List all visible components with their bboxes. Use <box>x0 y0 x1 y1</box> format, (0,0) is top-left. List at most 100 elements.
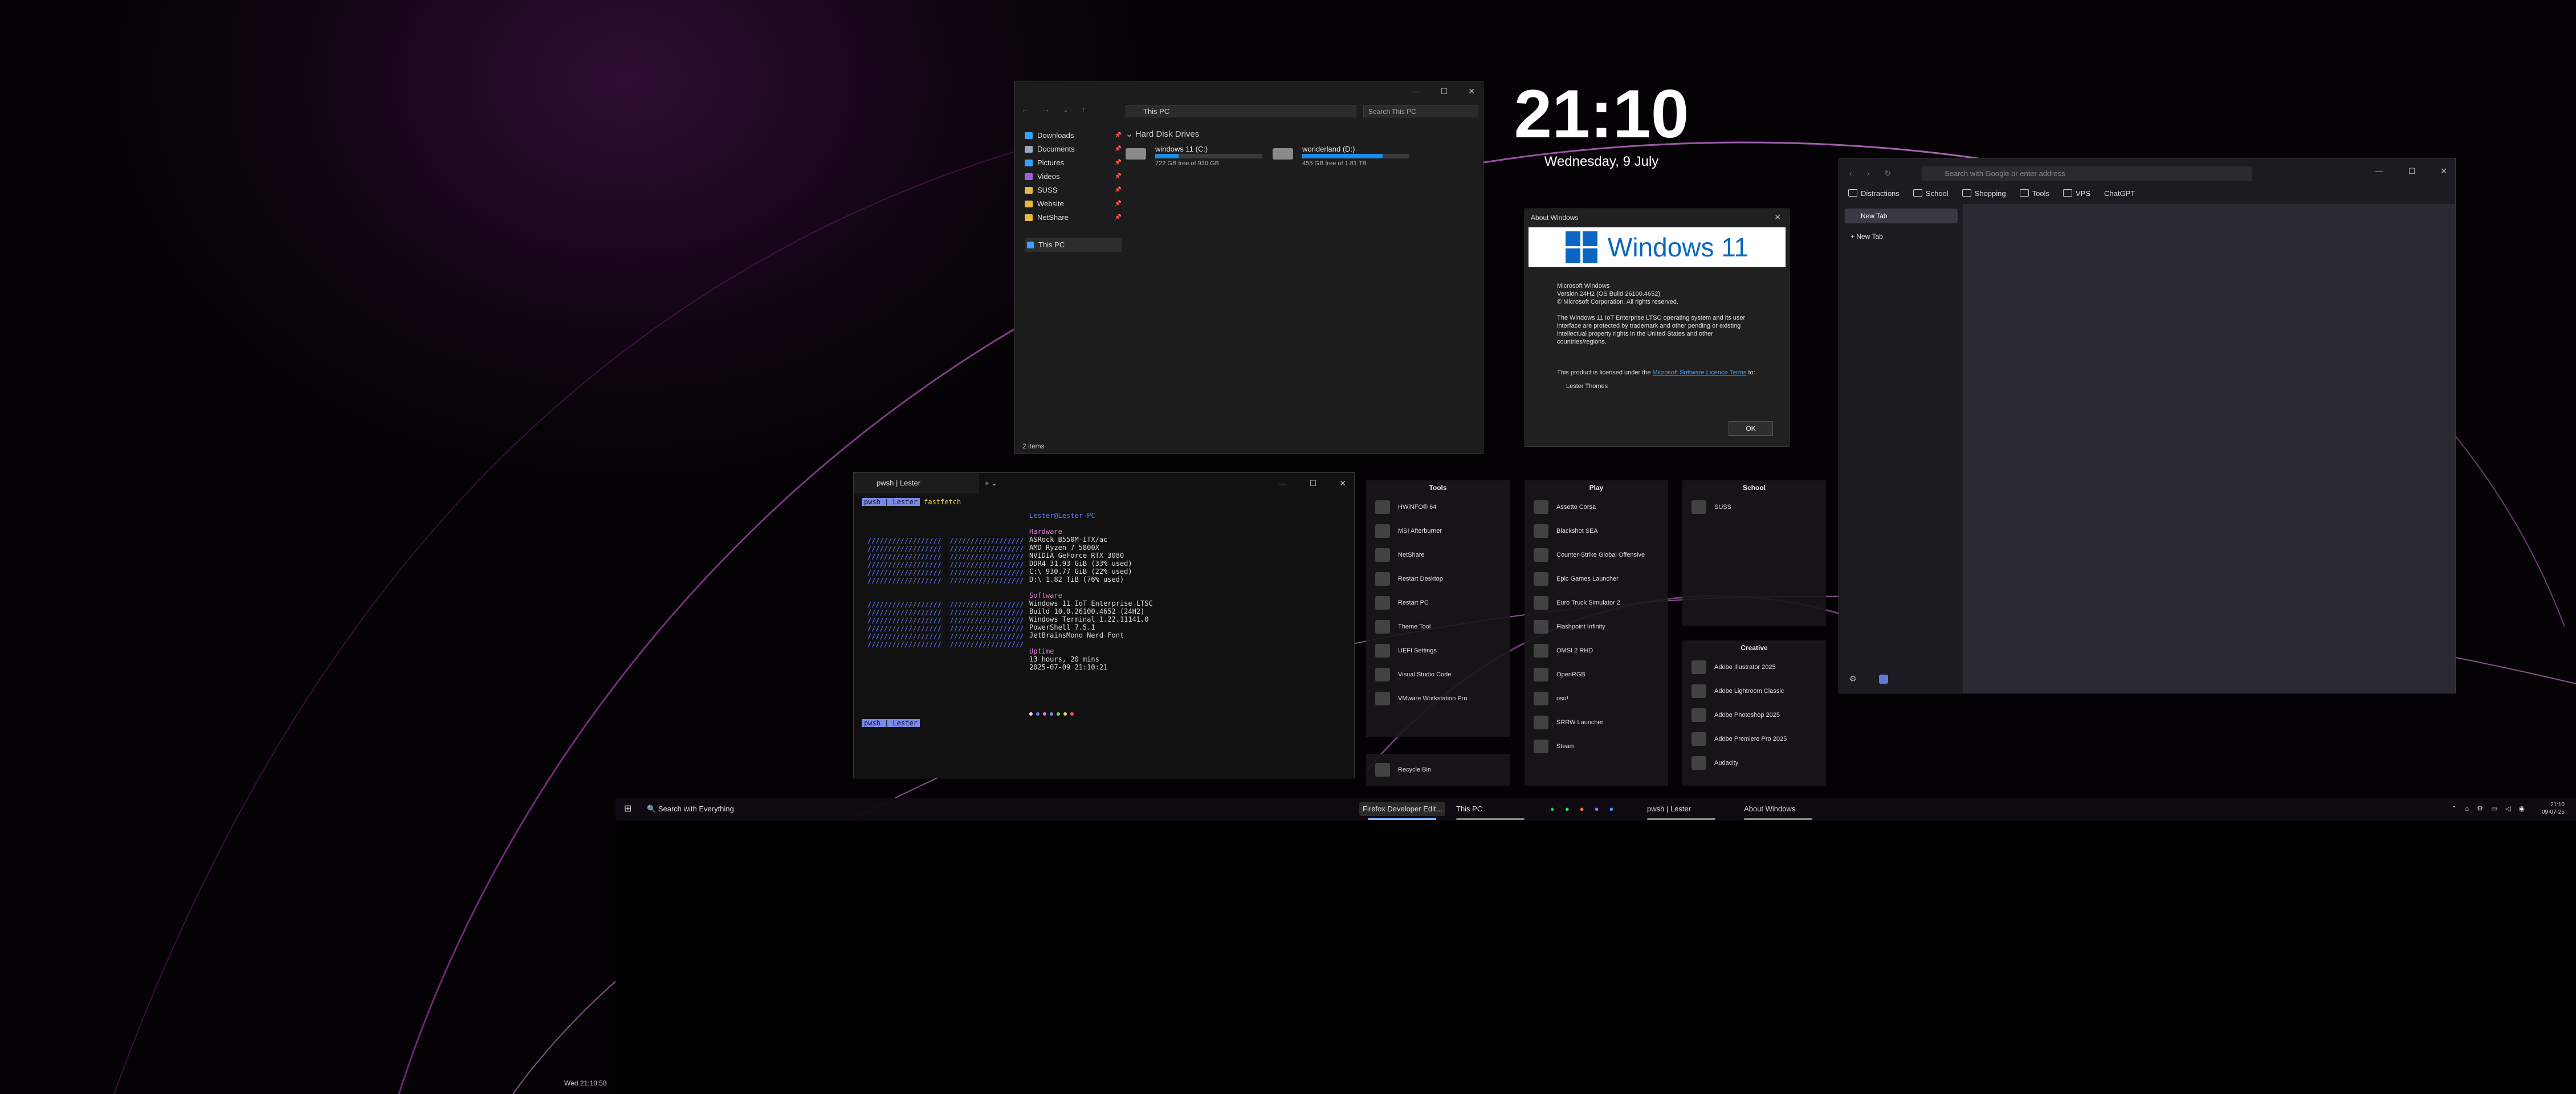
recycle-bin[interactable]: Recycle Bin <box>1366 754 1510 786</box>
sidebar-item-label: Documents <box>1037 145 1075 153</box>
new-tab-button[interactable]: + New Tab <box>1851 232 1883 240</box>
minimize-button[interactable]: — <box>2375 166 2383 176</box>
item-label: Adobe Lightroom Classic <box>1714 688 1784 695</box>
chevron-up-icon[interactable]: ⌃ <box>2451 805 2457 813</box>
item-label: Adobe Illustrator 2025 <box>1714 664 1776 671</box>
sidebar-item-suss[interactable]: SUSS 📌 <box>1025 183 1122 197</box>
firefox-window[interactable]: ‹›↻ Search with Google or enter address … <box>1839 158 2456 693</box>
taskbar-app-firefox[interactable]: Firefox Developer Edit... <box>1359 802 1446 816</box>
drive-c[interactable]: windows 11 (C:) 722 GB free of 930 GB <box>1126 145 1262 168</box>
sidebar-item-downloads[interactable]: Downloads 📌 <box>1025 129 1122 142</box>
play-item[interactable]: Euro Truck Simulator 2 <box>1525 591 1668 615</box>
whatsapp-icon[interactable]: ● <box>1565 802 1570 816</box>
close-button[interactable]: ✕ <box>1468 87 1475 96</box>
notification-icon[interactable]: ◉ <box>2519 805 2525 813</box>
play-item[interactable]: Flashpoint Infinity <box>1525 615 1668 639</box>
minimize-button[interactable]: — <box>1279 479 1287 488</box>
spotify-icon[interactable]: ● <box>1550 802 1555 816</box>
maximize-button[interactable]: ☐ <box>1441 87 1448 96</box>
group-header[interactable]: ⌄ Hard Disk Drives <box>1126 129 1477 139</box>
play-item[interactable]: Epic Games Launcher <box>1525 567 1668 591</box>
tools-item[interactable]: UEFI Settings <box>1366 639 1510 663</box>
taskbar-app-this-pc[interactable]: This PC <box>1456 802 1482 816</box>
display-icon[interactable]: ▭ <box>2491 805 2497 813</box>
tools-item[interactable]: HWiNFO® 64 <box>1366 495 1510 519</box>
dialog-title: About Windows <box>1531 214 1579 222</box>
terminal-tab[interactable]: pwsh | Lester <box>854 473 979 493</box>
network-icon[interactable]: ⌂ <box>2465 805 2469 813</box>
taskbar-app-terminal[interactable]: pwsh | Lester <box>1647 802 1691 816</box>
sidebar-item-netshare[interactable]: NetShare 📌 <box>1025 211 1122 224</box>
drive-d[interactable]: wonderland (D:) 455 GB free of 1.81 TB <box>1273 145 1409 168</box>
play-item[interactable]: OMSI 2 RHD <box>1525 639 1668 663</box>
tools-item[interactable]: VMware Workstation Pro <box>1366 687 1510 711</box>
play-item[interactable]: Assetto Corsa <box>1525 495 1668 519</box>
play-item[interactable]: Steam <box>1525 734 1668 758</box>
open-indicator <box>1647 818 1715 820</box>
taskbar-app-about[interactable]: About Windows <box>1744 802 1795 816</box>
tools-item[interactable]: Visual Studio Code <box>1366 663 1510 687</box>
close-button[interactable]: ✕ <box>1774 213 1781 222</box>
bookmark-school[interactable]: School <box>1913 189 1949 198</box>
palette-swatch <box>1050 712 1053 716</box>
tray-clock[interactable]: 21:10 09-07-25 <box>2542 801 2565 816</box>
licence-post: to: <box>1748 369 1755 376</box>
close-button[interactable]: ✕ <box>2440 166 2447 176</box>
bookmark-tools[interactable]: Tools <box>2020 189 2049 198</box>
tools-item[interactable]: MSI Afterburner <box>1366 519 1510 543</box>
search-label: Search with Everything <box>658 805 734 813</box>
tools-item[interactable]: NetShare <box>1366 543 1510 567</box>
creative-item[interactable]: Adobe Premiere Pro 2025 <box>1682 727 1826 751</box>
ok-button[interactable]: OK <box>1729 421 1773 436</box>
sw-shell: PowerShell 7.5.1 <box>1029 623 1095 631</box>
creative-item[interactable]: Adobe Lightroom Classic <box>1682 679 1826 703</box>
creative-item[interactable]: Adobe Photoshop 2025 <box>1682 703 1826 727</box>
play-item[interactable]: SRRW Launcher <box>1525 711 1668 734</box>
bookmark-chatgpt[interactable]: ChatGPT <box>2104 189 2135 198</box>
nav-buttons[interactable]: ←→⌄↑ <box>1021 105 1098 115</box>
file-explorer-window[interactable]: — ☐ ✕ ←→⌄↑ This PC Search This PC Downlo… <box>1014 81 1483 454</box>
sidebar-item-this-pc[interactable]: This PC <box>1025 238 1122 252</box>
maximize-button[interactable]: ☐ <box>2408 166 2416 176</box>
maximize-button[interactable]: ☐ <box>1310 479 1317 488</box>
firefox-icon[interactable]: ● <box>1580 802 1584 816</box>
start-button[interactable]: ⊞ <box>624 802 631 816</box>
tools-item[interactable]: Theme Tool <box>1366 615 1510 639</box>
vscode-icon[interactable]: ● <box>1609 802 1613 816</box>
sidebar-item-videos[interactable]: Videos 📌 <box>1025 170 1122 183</box>
creative-item[interactable]: Adobe Illustrator 2025 <box>1682 655 1826 679</box>
bookmark-distractions[interactable]: Distractions <box>1848 189 1900 198</box>
play-item[interactable]: OpenRGB <box>1525 663 1668 687</box>
new-tab-button[interactable]: + ⌄ <box>985 479 997 488</box>
tools-item[interactable]: Restart PC <box>1366 591 1510 615</box>
search-input[interactable]: Search This PC <box>1363 105 1478 117</box>
bookmark-vps[interactable]: VPS <box>2063 189 2090 198</box>
sidebar-item-website[interactable]: Website 📌 <box>1025 197 1122 211</box>
nav-buttons[interactable]: ‹›↻ <box>1849 169 1906 178</box>
minimize-button[interactable]: — <box>1412 87 1420 96</box>
volume-icon[interactable]: ◁ <box>2505 805 2510 813</box>
address-bar[interactable]: This PC <box>1126 105 1356 117</box>
bookmark-shopping[interactable]: Shopping <box>1962 189 2006 198</box>
app-icon <box>1375 524 1390 538</box>
play-item[interactable]: Counter-Strike Global Offensive <box>1525 543 1668 567</box>
play-item[interactable]: osu! <box>1525 687 1668 711</box>
page-content[interactable] <box>1964 204 2455 693</box>
search-box[interactable]: 🔍 Search with Everything <box>647 802 734 816</box>
close-button[interactable]: ✕ <box>1339 479 1346 488</box>
tab-new-tab[interactable]: New Tab <box>1845 209 1958 223</box>
extension-icon[interactable] <box>1879 675 1888 684</box>
discord-icon[interactable]: ● <box>1595 802 1599 816</box>
sidebar-item-documents[interactable]: Documents 📌 <box>1025 142 1122 156</box>
play-item[interactable]: Blackshot SEA <box>1525 519 1668 543</box>
about-windows-dialog[interactable]: About Windows ✕ Windows 11 Microsoft Win… <box>1525 209 1790 447</box>
settings-icon[interactable]: ⚙ <box>2477 805 2483 813</box>
creative-item[interactable]: Audacity <box>1682 751 1826 775</box>
gear-icon[interactable]: ⚙ <box>1849 674 1857 684</box>
school-item[interactable]: SUSS <box>1682 495 1826 519</box>
licence-link[interactable]: Microsoft Software Licence Terms <box>1653 369 1747 376</box>
url-bar[interactable]: Search with Google or enter address <box>1922 166 2252 181</box>
terminal-window[interactable]: pwsh | Lester + ⌄ — ☐ ✕ pwsh | Lester fa… <box>853 472 1355 778</box>
tools-item[interactable]: Restart Desktop <box>1366 567 1510 591</box>
sidebar-item-pictures[interactable]: Pictures 📌 <box>1025 156 1122 170</box>
